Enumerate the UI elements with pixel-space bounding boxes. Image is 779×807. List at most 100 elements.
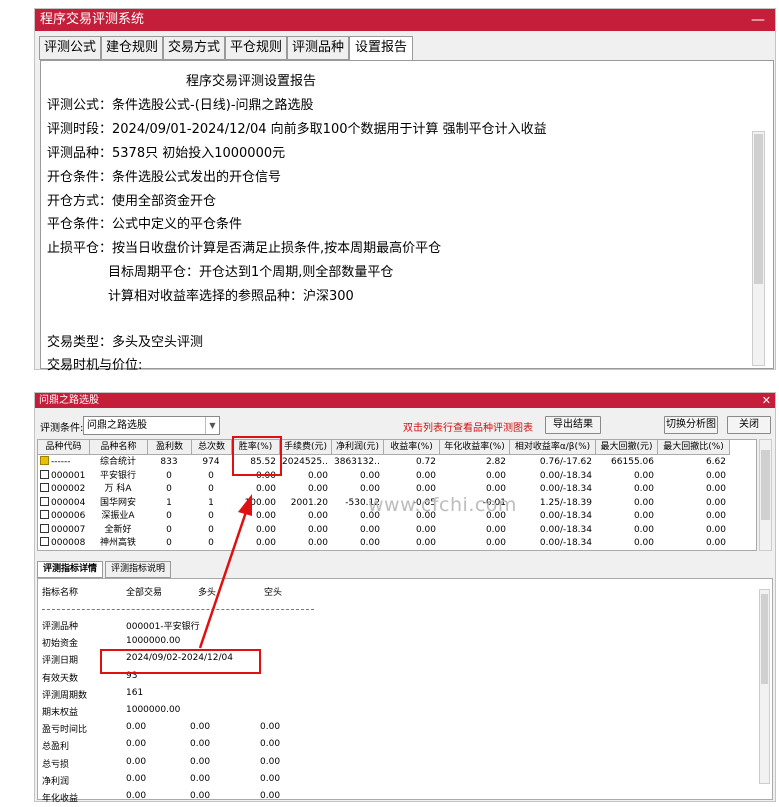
table-cell: 100.00 (244, 497, 277, 508)
column-header[interactable]: 净利润(元) (332, 440, 384, 455)
column-header[interactable]: 最大回撤比(%) (658, 440, 730, 455)
scrollbar-thumb[interactable] (761, 450, 770, 520)
table-cell: 000002 (40, 483, 86, 496)
report-line: 交易时机与价位: (47, 358, 143, 373)
table-cell: 0.00/-18.34 (539, 470, 592, 481)
minimize-button[interactable]: — (751, 9, 765, 31)
report-line: 止损平仓：按当日收盘价计算是否满足止损条件,按本周期最高价平仓 (47, 241, 442, 256)
tab-detail-metrics[interactable]: 评测指标详情 (37, 561, 103, 578)
table-cell: 0 (208, 470, 214, 481)
column-header[interactable]: 品种名称 (90, 440, 148, 455)
window-title: 程序交易评测系统 (40, 12, 145, 27)
table-scrollbar[interactable] (759, 439, 772, 551)
table-cell: 0.72 (415, 457, 436, 467)
table-cell: 0.00 (705, 470, 726, 481)
metric-name: 期末权益 (42, 708, 79, 718)
evaluation-results-window: 问鼎之路选股 ✕ 评测条件: 问鼎之路选股 ▼ 双击列表行查看品种评测图表 导出… (34, 392, 776, 804)
table-row[interactable]: ------综合统计83397485.522024525....3863132.… (38, 456, 730, 469)
chevron-down-icon[interactable]: ▼ (205, 417, 219, 434)
table-cell: 平安银行 (99, 470, 136, 481)
column-header[interactable]: 相对收益率α/β(%) (510, 440, 596, 455)
column-header[interactable]: 手续费(元) (280, 440, 332, 455)
table-cell: 0 (208, 538, 214, 548)
metric-value: 0.00 (190, 791, 211, 801)
symbol-code: 000004 (51, 497, 86, 508)
scrollbar-thumb[interactable] (761, 594, 768, 684)
report-textarea[interactable]: 程序交易评测设置报告 评测公式：条件选股公式-(日线)-问鼎之路选股 评测时段：… (40, 60, 774, 373)
close-icon[interactable]: ✕ (762, 393, 771, 408)
close-button[interactable]: 关闭 (727, 416, 771, 434)
scrollbar-thumb[interactable] (754, 134, 763, 284)
row-checkbox[interactable] (40, 469, 49, 479)
tab-trade-mode[interactable]: 交易方式 (163, 36, 225, 60)
switch-chart-button[interactable]: 切换分析图 (664, 416, 718, 434)
table-row[interactable]: 000007 全新好 0 0 0.00 0.00 0.00 0.00 0.00 0.00/-18.… (38, 523, 730, 537)
report-scrollbar[interactable] (752, 131, 765, 366)
report-line: 开仓条件：条件选股公式发出的开仓信号 (47, 170, 282, 185)
row-checkbox[interactable] (40, 496, 49, 506)
condition-label: 评测条件: (40, 423, 84, 434)
divider (42, 609, 314, 610)
table-row[interactable]: 000008 神州高铁 0 0 0.00 0.00 0.00 0.00 0.00 0.00/-18… (38, 537, 730, 550)
row-checkbox[interactable] (40, 483, 49, 492)
table-cell: 0.00 (633, 484, 654, 494)
column-header[interactable]: 年化收益率(%) (440, 440, 510, 455)
report-line: 交易类型：多头及空头评测 (47, 335, 204, 350)
report-line: 开仓方式：使用全部资金开仓 (47, 194, 217, 209)
column-header[interactable]: 收益率(%) (384, 440, 440, 455)
table-cell: 0.00 (633, 470, 654, 481)
export-button[interactable]: 导出结果 (545, 416, 601, 434)
table-row[interactable]: 000001 平安银行 0 0 0.00 0.00 0.00 0.00 0.00 0.00/-18… (38, 469, 730, 483)
table-cell: 0 (208, 511, 214, 521)
metric-value: 0.00 (260, 791, 281, 801)
symbol-code: 000007 (51, 524, 86, 535)
metric-name: 评测周期数 (42, 690, 88, 701)
column-header[interactable]: 总次数 (192, 440, 232, 455)
row-checkbox[interactable] (40, 537, 49, 546)
column-header[interactable]: 盈利数 (148, 440, 192, 455)
condition-select[interactable]: 问鼎之路选股 ▼ (83, 416, 220, 435)
table-cell: 0.00 (705, 497, 726, 508)
metric-value: 0.00 (126, 722, 147, 733)
column-header[interactable]: 最大回撤(元) (596, 440, 658, 455)
window-titlebar: 程序交易评测系统 — (35, 9, 775, 31)
table-cell: 0 (166, 484, 172, 494)
tab-close-rules[interactable]: 平仓规则 (225, 36, 287, 60)
table-cell: 2024525.... (282, 457, 328, 467)
table-cell: 全新好 (104, 524, 132, 535)
table-cell: 0 (166, 470, 172, 481)
table-cell: 0.00 (485, 470, 506, 481)
detail-scrollbar[interactable] (759, 589, 770, 784)
row-checkbox[interactable] (40, 510, 49, 519)
metric-value: 0.00 (190, 722, 211, 733)
window-titlebar: 问鼎之路选股 ✕ (35, 393, 775, 408)
table-cell: 0.00/-18.34 (539, 484, 592, 494)
tab-metric-explanation[interactable]: 评测指标说明 (105, 561, 171, 578)
tab-formula[interactable]: 评测公式 (39, 36, 101, 60)
metric-name: 评测品种 (42, 622, 79, 632)
tab-open-rules[interactable]: 建仓规则 (101, 36, 163, 60)
table-cell: 6.62 (705, 457, 726, 467)
table-cell: 1.25/-18.39 (539, 497, 592, 508)
table-cell: 0.00 (485, 538, 506, 548)
column-header[interactable]: 品种代码 (38, 440, 90, 455)
table-cell: 0.00 (255, 538, 276, 548)
metric-name: 年化收益 (42, 794, 79, 804)
detail-header-short: 空头 (264, 588, 283, 598)
winrate-highlight-box (232, 436, 282, 476)
table-cell: 66155.06 (611, 457, 654, 467)
tab-settings-report[interactable]: 设置报告 (349, 36, 413, 61)
settings-report-window: 程序交易评测系统 — 评测公式 建仓规则 交易方式 平仓规则 评测品种 设置报告… (34, 8, 776, 373)
table-cell: 0.76/-17.62 (539, 457, 592, 467)
table-cell: 0 (166, 538, 172, 548)
tab-symbols[interactable]: 评测品种 (287, 36, 349, 60)
metric-name: 有效天数 (42, 673, 79, 684)
metric-value: 161 (126, 687, 144, 698)
table-cell: 000007 (40, 523, 86, 537)
metric-value: 0.00 (260, 773, 281, 784)
table-cell: 000004 (40, 496, 86, 510)
report-line: 计算相对收益率选择的参照品种：沪深300 (108, 289, 354, 304)
symbol-code: 000002 (51, 484, 86, 494)
row-checkbox[interactable] (40, 523, 49, 533)
table-cell: 000006 (40, 510, 86, 523)
